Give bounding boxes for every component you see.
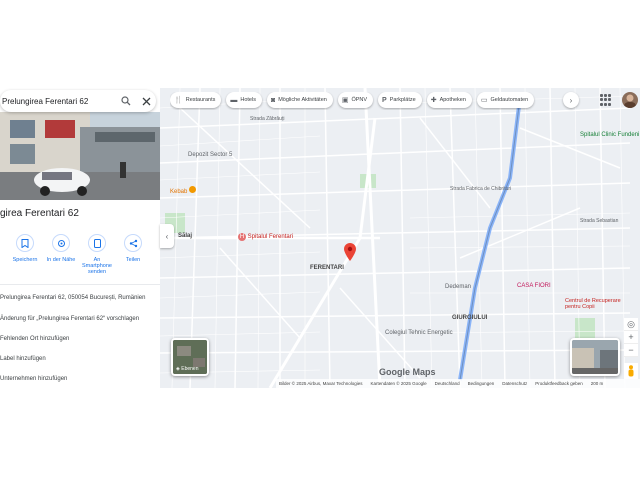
chips-next-button[interactable]: ›	[563, 92, 579, 108]
zoom-out-button[interactable]: −	[624, 344, 638, 357]
layers-button[interactable]: ◈ Ebenen	[171, 338, 209, 376]
map-poi[interactable]: CASA FIORI	[517, 283, 551, 289]
zoom-in-button[interactable]: +	[624, 331, 638, 344]
my-location-button[interactable]: ◎	[624, 318, 638, 331]
my-location-icon: ◎	[627, 318, 635, 329]
avatar[interactable]	[622, 92, 638, 108]
send-to-phone-icon	[88, 234, 106, 252]
save-button[interactable]: Speichern	[7, 234, 43, 263]
map-roads	[160, 88, 640, 388]
add-label-link[interactable]: Label hinzufügen	[0, 356, 46, 362]
close-icon[interactable]	[136, 91, 156, 111]
search-icon[interactable]	[116, 91, 136, 111]
bed-icon: ▬	[230, 96, 238, 104]
chevron-right-icon: ›	[569, 95, 573, 105]
minus-icon: −	[628, 345, 634, 355]
nearby-button[interactable]: In der Nähe	[43, 234, 79, 263]
add-business-link[interactable]: Unternehmen hinzufügen	[0, 376, 67, 382]
street-view-photo	[0, 112, 160, 200]
collapse-panel-button[interactable]: ‹	[160, 224, 174, 248]
map-poi-restaurant[interactable]: Kebab	[170, 186, 197, 195]
nearby-icon	[52, 234, 70, 252]
search-input[interactable]: Prelungirea Ferentari 62	[0, 97, 116, 106]
chip-restaurants[interactable]: 🍴 Restaurants	[170, 92, 222, 108]
chip-transit[interactable]: ▣ ÖPNV	[337, 92, 374, 108]
share-icon	[124, 234, 142, 252]
map-label-area: GIURGIULUI	[452, 315, 488, 321]
street-label: Strada Sebastian	[580, 218, 619, 224]
address-row[interactable]: Prelungirea Ferentari 62, 050054 Bucureș…	[0, 295, 145, 301]
transit-icon: ▣	[341, 97, 349, 104]
park-area	[575, 318, 595, 338]
suggest-edit-link[interactable]: Änderung für „Prelungirea Ferentari 62“ …	[0, 316, 139, 322]
footer-feedback-link[interactable]: Produktfeedback geben	[535, 381, 583, 386]
google-maps-app: Sălaj FERENTARI GIURGIULUI H Spitalul Fe…	[0, 88, 640, 388]
street-label: Strada Fabrica de Chibrituri	[450, 186, 512, 192]
place-title: girea Ferentari 62	[0, 208, 79, 219]
parking-icon: P	[382, 96, 387, 104]
chip-pharmacies[interactable]: ✚ Apotheken	[426, 92, 472, 108]
camera-icon: ◙	[270, 96, 276, 104]
map-poi[interactable]: Spitalul Clinic Fundeni	[580, 132, 639, 138]
footer-map-data: Kartendaten © 2025 Google	[370, 381, 427, 386]
atm-icon: ▭	[480, 97, 488, 104]
map-label-area: FERENTARI	[310, 265, 344, 271]
chip-atm[interactable]: ▭ Geldautomaten	[476, 92, 535, 108]
place-actions: Speichern In der Nähe An Smartphone send…	[0, 234, 160, 275]
street-label: Strada Zăbrăuți	[250, 116, 285, 122]
send-to-phone-button[interactable]: An Smartphone senden	[79, 234, 115, 275]
layers-icon: ◈	[176, 366, 180, 372]
google-maps-logo: Google Maps	[379, 367, 436, 377]
map-controls: ◎ + −	[624, 318, 638, 357]
chevron-left-icon: ‹	[165, 231, 169, 241]
pegman-icon	[628, 365, 634, 377]
place-panel: Prelungirea Ferentari 62 girea Ferentari…	[0, 88, 160, 388]
location-pin-icon[interactable]	[344, 243, 356, 261]
layers-label: ◈ Ebenen	[176, 366, 199, 372]
chip-parking[interactable]: P Parkplätze	[378, 92, 422, 108]
scale-bar[interactable]: 200 m	[591, 381, 604, 386]
chip-activities[interactable]: ◙ Mögliche Aktivitäten	[266, 92, 333, 108]
footer-imagery: Bilder © 2025 Airbus, Maxar Technologies	[279, 381, 363, 386]
map-poi[interactable]: Centrul de Recuperare pentru Copii	[565, 298, 635, 310]
footer-terms-link[interactable]: Bedingungen	[468, 381, 495, 386]
footer-country[interactable]: Deutschland	[435, 381, 460, 386]
pegman-button[interactable]	[624, 363, 638, 379]
search-box[interactable]: Prelungirea Ferentari 62	[0, 90, 156, 112]
chip-hotels[interactable]: ▬ Hotels	[226, 92, 262, 108]
pharmacy-icon: ✚	[430, 97, 437, 104]
footer-privacy-link[interactable]: Datenschutz	[502, 381, 527, 386]
google-apps-icon[interactable]	[600, 94, 612, 106]
map-poi[interactable]: Depozit Sector 5	[188, 152, 232, 158]
map-canvas[interactable]: Sălaj FERENTARI GIURGIULUI H Spitalul Fe…	[160, 88, 640, 388]
map-poi[interactable]: Dedeman	[445, 284, 471, 290]
share-button[interactable]: Teilen	[115, 234, 151, 263]
divider	[0, 284, 160, 285]
plus-icon: +	[628, 332, 634, 342]
map-label-area: Sălaj	[178, 233, 193, 239]
restaurant-icon	[189, 186, 197, 193]
map-poi-hospital[interactable]: H Spitalul Ferentari	[238, 233, 293, 241]
map-poi-school[interactable]: Colegiul Tehnic Energetic	[385, 330, 453, 336]
category-chips: 🍴 Restaurants ▬ Hotels ◙ Mögliche Aktivität…	[170, 92, 580, 110]
place-photo[interactable]	[0, 112, 160, 200]
hospital-icon: H	[238, 233, 246, 241]
add-missing-place-link[interactable]: Fehlenden Ort hinzufügen	[0, 336, 69, 342]
map-footer: Bilder © 2025 Airbus, Maxar Technologies…	[276, 379, 640, 388]
bookmark-icon	[16, 234, 34, 252]
fork-knife-icon: 🍴	[174, 97, 183, 104]
street-view-thumbnail[interactable]	[570, 338, 620, 376]
